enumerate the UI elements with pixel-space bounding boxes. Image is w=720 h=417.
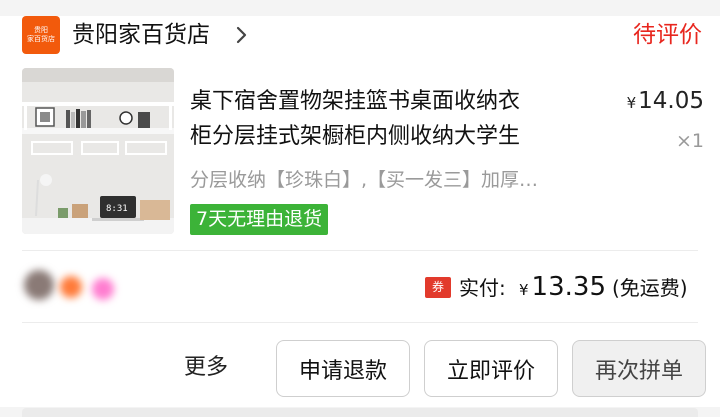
- reorder-button[interactable]: 再次拼单: [572, 340, 706, 397]
- product-spec: 分层收纳【珍珠白】,【买一发三】加厚…: [190, 169, 539, 191]
- refund-button[interactable]: 申请退款: [276, 340, 410, 397]
- product-quantity: ×1: [675, 130, 704, 152]
- order-status: 待评价: [633, 22, 702, 48]
- product-title[interactable]: 桌下宿舍置物架挂篮书桌面收纳衣 柜分层挂式架橱柜内侧收纳大学生: [190, 84, 600, 154]
- shipping-note: (免运费): [612, 276, 688, 300]
- price-value: 14.05: [638, 88, 704, 114]
- more-button[interactable]: 更多: [184, 350, 228, 386]
- coupon-badge: 券: [425, 277, 451, 298]
- shop-name[interactable]: 贵阳家百货店: [72, 18, 210, 52]
- product-image-clock-text: 8:31: [106, 204, 128, 214]
- divider: [22, 250, 698, 251]
- product-price: ¥14.05: [627, 88, 704, 114]
- review-button[interactable]: 立即评价: [424, 340, 558, 397]
- return-policy-badge: 7天无理由退货: [190, 204, 329, 235]
- avatar: [24, 270, 54, 300]
- paid-value: 13.35: [531, 272, 606, 302]
- shop-logo[interactable]: 贵阳 家百货店: [22, 16, 60, 54]
- product-title-line1: 桌下宿舍置物架挂篮书桌面收纳衣: [190, 89, 521, 114]
- product-image[interactable]: 8:31: [22, 68, 174, 234]
- avatar: [60, 276, 82, 298]
- divider: [22, 322, 698, 323]
- chevron-right-icon[interactable]: [232, 20, 252, 50]
- shop-logo-text-line2: 家百货店: [27, 35, 55, 43]
- paid-label: 实付:: [459, 276, 506, 300]
- price-currency: ¥: [626, 94, 637, 112]
- product-title-line2: 柜分层挂式架橱柜内侧收纳大学生: [190, 124, 521, 149]
- next-order-card-edge: [22, 408, 698, 417]
- shop-logo-text-line1: 贵阳: [34, 26, 48, 34]
- paid-amount: ¥13.35: [519, 268, 606, 309]
- paid-currency: ¥: [519, 281, 529, 299]
- avatar: [92, 278, 114, 300]
